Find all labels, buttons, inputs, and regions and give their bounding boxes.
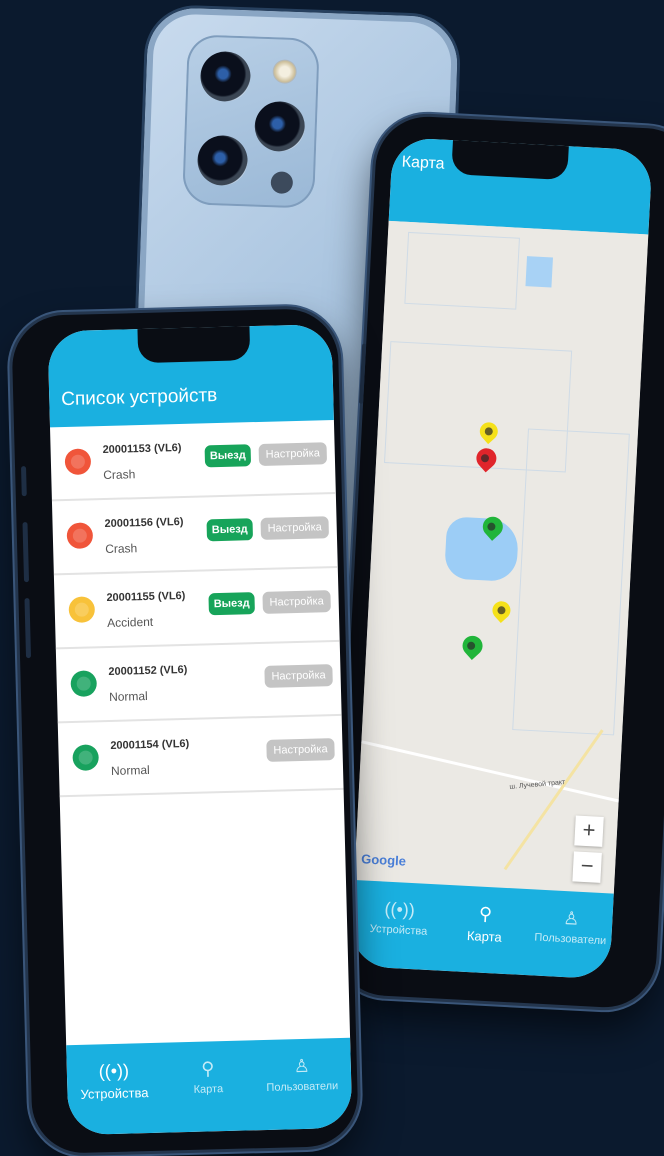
- volume-up-button: [22, 522, 30, 583]
- tab-label: Устройства: [80, 1085, 149, 1102]
- tab-label: Устройства: [369, 922, 428, 938]
- tab-users[interactable]: ♙ Пользователи: [523, 905, 619, 948]
- status-indicator: [72, 744, 99, 771]
- tab-devices[interactable]: ((•)) Устройства: [67, 1059, 162, 1102]
- map-pin-green[interactable]: [458, 631, 487, 660]
- page-title: Список устройств: [61, 385, 218, 411]
- page-title: Карта: [401, 153, 445, 173]
- camera-module: [182, 34, 320, 209]
- map-screen: Карта ш. Лучевой тракт + − Google ((•)) …: [349, 136, 653, 980]
- list-item[interactable]: 20001154 (VL6) Normal Настройка: [57, 715, 344, 798]
- camera-lens-icon: [199, 50, 252, 103]
- camera-lens-icon: [196, 134, 249, 187]
- map-road: [503, 729, 604, 871]
- settings-button[interactable]: Настройка: [262, 590, 331, 614]
- antenna-icon: ((•)): [98, 1060, 130, 1082]
- list-item[interactable]: 20001153 (VL6) Crash Выезд Настройка: [50, 419, 336, 502]
- tab-users[interactable]: ♙ Пользователи: [255, 1054, 350, 1094]
- device-list: 20001153 (VL6) Crash Выезд Настройка 200…: [50, 419, 344, 798]
- mute-switch: [21, 466, 27, 497]
- google-attribution: Google: [360, 851, 407, 869]
- tab-label: Пользователи: [534, 931, 607, 948]
- zoom-out-button[interactable]: −: [572, 851, 602, 883]
- volume-down-button: [24, 598, 32, 659]
- tab-label: Карта: [466, 927, 503, 945]
- tab-label: Пользователи: [266, 1080, 339, 1094]
- lidar-sensor-icon: [270, 171, 294, 194]
- status-indicator: [66, 522, 94, 550]
- map-view[interactable]: ш. Лучевой тракт + − Google: [354, 220, 649, 894]
- map-road: [361, 740, 635, 807]
- tab-devices[interactable]: ((•)) Устройства: [351, 896, 447, 939]
- settings-button[interactable]: Настройка: [264, 664, 333, 688]
- tab-label: Карта: [193, 1083, 224, 1096]
- list-item[interactable]: 20001155 (VL6) Accident Выезд Настройка: [53, 567, 340, 650]
- device-id: 20001154 (VL6): [110, 737, 190, 752]
- device-status: Crash: [105, 541, 138, 557]
- settings-button[interactable]: Настройка: [258, 442, 328, 466]
- device-status: Normal: [110, 762, 150, 778]
- device-id: 20001156 (VL6): [104, 515, 184, 531]
- dispatch-button[interactable]: Выезд: [206, 518, 254, 542]
- dispatch-button[interactable]: Выезд: [208, 592, 255, 616]
- flash-icon: [272, 59, 298, 85]
- user-icon: ♙: [293, 1055, 311, 1077]
- map-pond: [525, 256, 553, 288]
- map-pin-yellow[interactable]: [488, 597, 515, 624]
- map-pin-icon: ⚲: [200, 1058, 215, 1079]
- map-field-outline: [512, 428, 630, 736]
- dispatch-button[interactable]: Выезд: [204, 444, 252, 468]
- settings-button[interactable]: Настройка: [260, 516, 330, 540]
- phone-map: Карта ш. Лучевой тракт + − Google ((•)) …: [332, 114, 664, 1010]
- user-icon: ♙: [562, 907, 580, 929]
- list-item[interactable]: 20001152 (VL6) Normal Настройка: [55, 641, 342, 724]
- status-indicator: [68, 596, 96, 623]
- notch: [137, 326, 251, 364]
- device-status: Crash: [103, 467, 136, 483]
- zoom-in-button[interactable]: +: [574, 815, 604, 847]
- notch: [451, 140, 569, 181]
- map-pin-icon: ⚲: [478, 903, 493, 925]
- devices-screen: Список устройств 20001153 (VL6) Crash Вы…: [47, 324, 353, 1136]
- status-indicator: [64, 448, 92, 476]
- device-id: 20001152 (VL6): [108, 663, 188, 678]
- phone-devices: Список устройств 20001153 (VL6) Crash Вы…: [11, 307, 359, 1155]
- antenna-icon: ((•)): [384, 898, 416, 921]
- device-status: Accident: [106, 614, 154, 630]
- list-item[interactable]: 20001156 (VL6) Crash Выезд Настройка: [51, 493, 338, 576]
- status-indicator: [70, 670, 98, 697]
- camera-lens-icon: [253, 100, 306, 153]
- tab-map[interactable]: ⚲ Карта: [161, 1056, 256, 1096]
- road-label: ш. Лучевой тракт: [509, 778, 566, 791]
- tab-map[interactable]: ⚲ Карта: [437, 900, 533, 946]
- device-id: 20001153 (VL6): [102, 441, 182, 457]
- map-field-outline: [404, 231, 520, 310]
- device-id: 20001155 (VL6): [106, 589, 186, 605]
- settings-button[interactable]: Настройка: [266, 738, 335, 762]
- bottom-tab-bar: ((•)) Устройства ⚲ Карта ♙ Пользователи: [66, 1037, 353, 1136]
- device-status: Normal: [108, 688, 148, 704]
- bottom-tab-bar: ((•)) Устройства ⚲ Карта ♙ Пользователи: [349, 879, 614, 980]
